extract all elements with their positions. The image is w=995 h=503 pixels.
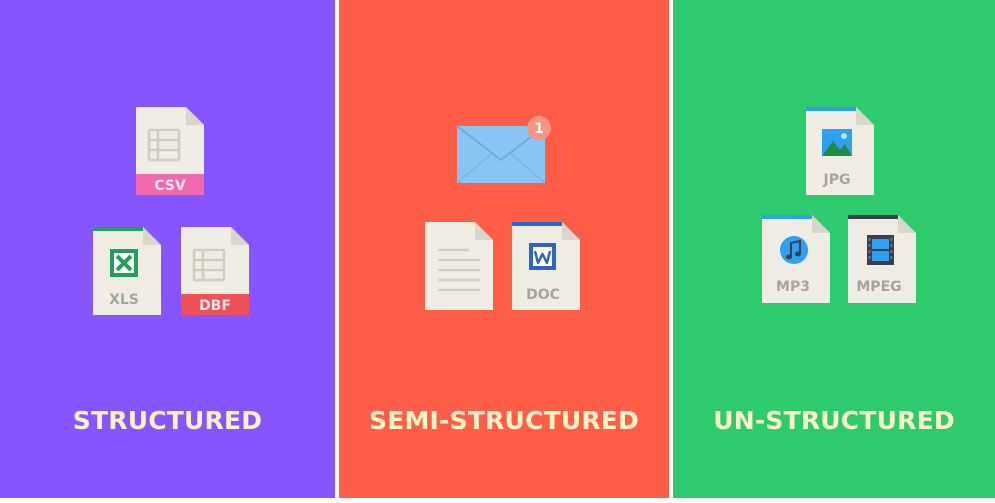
word-logo-icon <box>529 243 556 270</box>
structured-panel: CSV XLS DBF STRUCTURED <box>0 0 335 498</box>
semi-structured-panel: 1 DOC SEMI-STRUCTURED <box>339 0 669 498</box>
dbf-file-icon: DBF <box>181 227 249 315</box>
mpeg-label: MPEG <box>856 279 901 295</box>
film-strip-icon <box>867 235 894 265</box>
text-document-icon <box>425 222 493 310</box>
xls-file-icon: XLS <box>93 227 161 315</box>
unstructured-title: UN-STRUCTURED <box>713 406 955 435</box>
mpeg-file-icon: MPEG <box>848 215 916 303</box>
notification-count: 1 <box>534 121 544 137</box>
music-note-icon <box>780 236 808 264</box>
email-envelope-icon: 1 <box>456 116 551 184</box>
xls-label: XLS <box>109 292 139 308</box>
csv-file-icon: CSV <box>136 107 204 195</box>
data-types-graphic: CSV XLS DBF STRUCTURED 1 DOC SEMI-STRUCT… <box>0 0 995 503</box>
jpg-file-icon: JPG <box>806 107 874 195</box>
jpg-label: JPG <box>823 172 851 188</box>
structured-title: STRUCTURED <box>72 406 263 435</box>
excel-logo-icon <box>110 249 138 277</box>
doc-file-icon: DOC <box>512 222 580 310</box>
csv-label: CSV <box>154 178 186 194</box>
notification-badge: 1 <box>527 116 551 140</box>
mp3-label: MP3 <box>776 279 810 295</box>
mp3-file-icon: MP3 <box>762 215 830 303</box>
dbf-label: DBF <box>199 298 231 314</box>
unstructured-panel: JPG MP3 MPEG UN-STRUCTURED <box>673 0 995 498</box>
doc-label: DOC <box>526 287 560 303</box>
image-picture-icon <box>822 129 852 156</box>
semi-structured-title: SEMI-STRUCTURED <box>368 406 640 435</box>
